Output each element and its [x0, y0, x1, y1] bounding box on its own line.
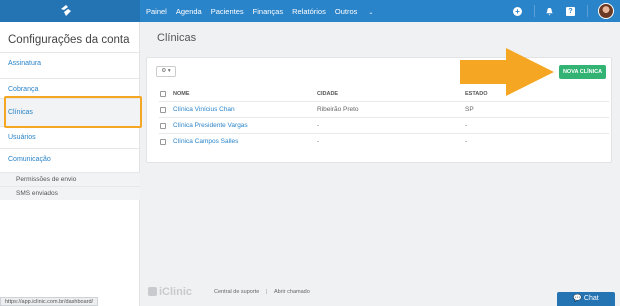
nav-agenda[interactable]: Agenda — [176, 7, 202, 16]
sidebar-title: Configurações da conta — [8, 34, 130, 46]
footer-divider: | — [266, 289, 268, 295]
clinic-state: - — [465, 122, 468, 129]
sidebar-subitem-permissoes[interactable]: Permissões de envio — [0, 172, 140, 186]
row-checkbox[interactable] — [160, 107, 166, 113]
clinic-city: - — [317, 122, 320, 129]
chevron-down-icon: ⌄ — [368, 9, 374, 16]
table-row: Clínica Presidente Vargas - - — [159, 117, 609, 133]
clinicas-highlight-box — [4, 96, 142, 128]
main-nav: Painel Agenda Pacientes Finanças Relatór… — [146, 0, 391, 22]
clinic-city: - — [317, 138, 320, 145]
logo-icon — [61, 5, 71, 16]
nav-painel[interactable]: Painel — [146, 7, 167, 16]
sidebar-subitem-sms[interactable]: SMS enviados — [0, 186, 140, 200]
clinic-name-link[interactable]: Clínica Campos Salles — [173, 138, 238, 145]
top-navbar: Painel Agenda Pacientes Finanças Relatór… — [0, 0, 620, 22]
row-checkbox[interactable] — [160, 123, 166, 129]
sidebar-item-assinatura[interactable]: Assinatura — [0, 52, 140, 74]
clinic-name-link[interactable]: Clínica Presidente Vargas — [173, 122, 248, 129]
nav-outros-label: Outros — [334, 6, 358, 16]
open-ticket-link[interactable]: Abrir chamado — [274, 289, 310, 295]
settings-dropdown-button[interactable]: ⚙ ▾ — [156, 66, 176, 77]
sidebar: Configurações da conta Assinatura Cobran… — [0, 22, 140, 306]
app-logo[interactable] — [0, 0, 140, 22]
bell-icon[interactable] — [545, 7, 554, 16]
status-url: https://app.iclinic.com.br/dashboard/ — [0, 297, 99, 306]
iclinic-logo-icon — [148, 287, 157, 296]
chat-button[interactable]: 💬 Chat — [557, 292, 615, 306]
top-icons: + ? — [513, 0, 620, 22]
add-icon[interactable]: + — [513, 6, 522, 16]
select-all-checkbox[interactable] — [160, 91, 166, 97]
nav-pacientes[interactable]: Pacientes — [211, 7, 244, 16]
nav-relatorios[interactable]: Relatórios — [292, 7, 326, 16]
sidebar-item-usuarios[interactable]: Usuários — [0, 126, 140, 148]
footer-logo-text: iClinic — [159, 286, 193, 298]
page-title: Clínicas — [157, 32, 197, 44]
table-row: Clínica Vinícius Chan Ribeirão Preto SP — [159, 101, 609, 117]
divider — [587, 5, 588, 17]
nav-outros[interactable]: Outros ⌄ — [335, 7, 383, 16]
clinic-name-link[interactable]: Clínica Vinícius Chan — [173, 106, 235, 113]
table-row: Clínica Campos Salles - - — [159, 133, 609, 149]
avatar[interactable] — [598, 3, 614, 19]
new-clinic-button[interactable]: NOVA CLÍNICA — [559, 65, 606, 79]
sidebar-item-comunicacao[interactable]: Comunicação — [0, 148, 140, 170]
nav-financas[interactable]: Finanças — [253, 7, 283, 16]
help-icon[interactable]: ? — [566, 6, 575, 16]
support-center-link[interactable]: Central de suporte — [214, 289, 259, 295]
row-checkbox[interactable] — [160, 139, 166, 145]
clinic-state: - — [465, 138, 468, 145]
clinic-city: Ribeirão Preto — [317, 106, 359, 113]
divider — [534, 5, 535, 17]
annotation-arrow-icon — [460, 48, 554, 96]
footer-logo: iClinic — [148, 286, 192, 298]
header-cidade: CIDADE — [317, 91, 339, 97]
clinic-state: SP — [465, 106, 474, 113]
header-nome: NOME — [173, 91, 190, 97]
